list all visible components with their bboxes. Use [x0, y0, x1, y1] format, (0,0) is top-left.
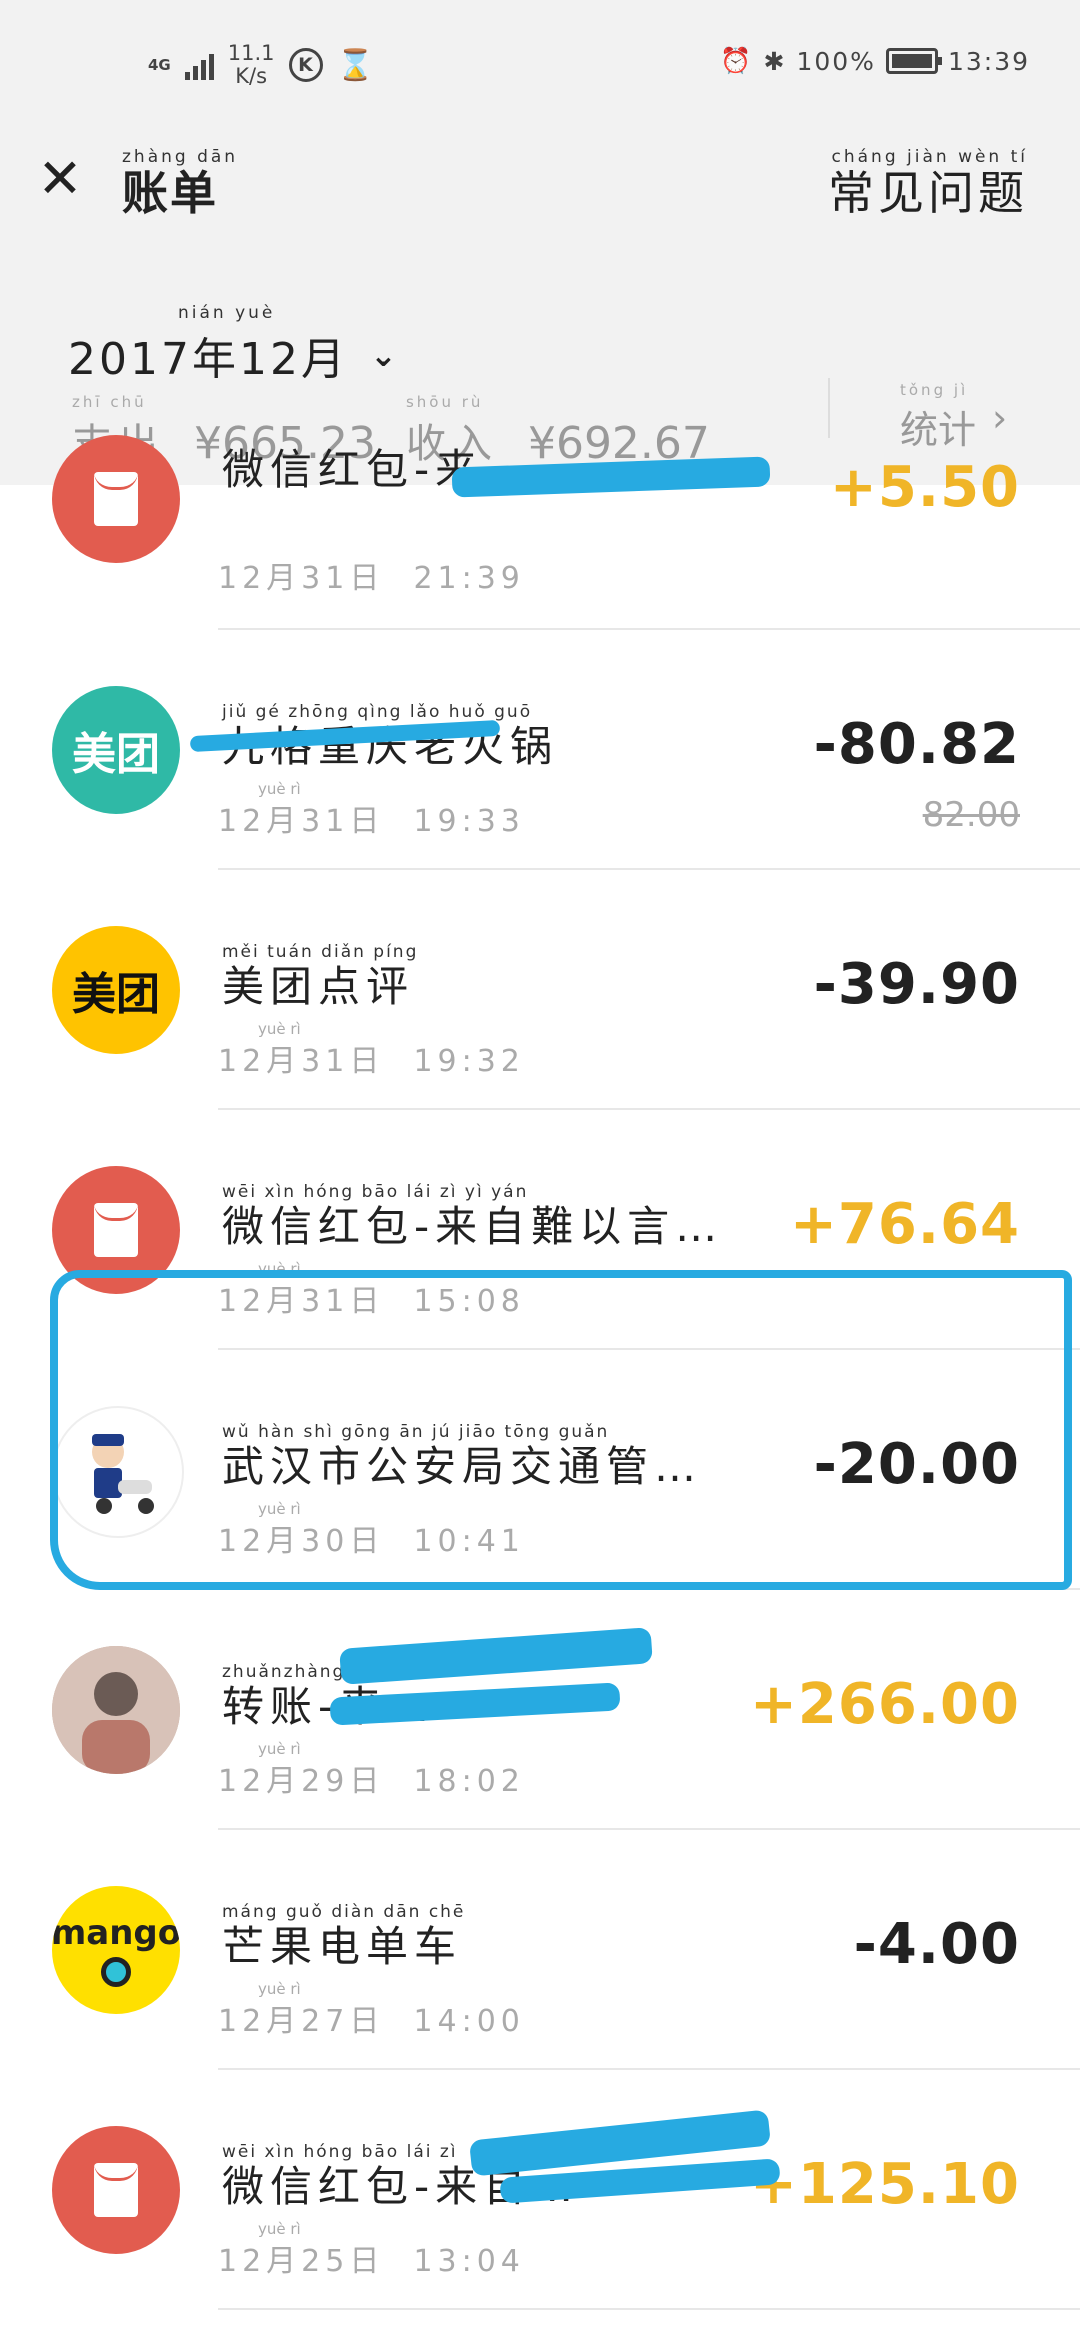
- item-amount: +5.50: [829, 455, 1020, 520]
- item-time: 18:02: [413, 1764, 525, 1799]
- faq-label: 常见问题: [828, 166, 1028, 220]
- divider: [828, 378, 830, 438]
- item-date-pinyin: yuè rì: [258, 2220, 301, 2238]
- battery-icon: [885, 48, 942, 74]
- app-bar: ✕ zhàng dān 账单 cháng jiàn wèn tí 常见问题: [0, 135, 1080, 253]
- meituan-icon: 美团: [52, 926, 180, 1054]
- network-label: 4G: [148, 56, 171, 74]
- red-packet-icon: [52, 1166, 180, 1294]
- item-amount: -4.00: [853, 1912, 1020, 1977]
- traffic-police-icon: [52, 1406, 184, 1538]
- list-item[interactable]: 美团 jiǔ gé zhōng qìng lǎo huǒ guō 九格重庆老火锅…: [0, 630, 1080, 870]
- list-item[interactable]: 微信红包-来… 12月31日 21:39 +5.50: [0, 435, 1080, 630]
- item-original-amount: 82.00: [922, 795, 1020, 835]
- item-time: 15:08: [413, 1284, 525, 1319]
- item-name-pinyin: jiǔ gé zhōng qìng lǎo huǒ guō: [222, 702, 533, 722]
- list-item[interactable]: mango máng guǒ diàn dān chē 芒果电单车 yuè rì…: [0, 1830, 1080, 2070]
- meituan-icon: 美团: [52, 686, 180, 814]
- stats-pinyin: tǒng jì: [900, 381, 969, 399]
- item-name-pinyin: wēi xìn hóng bāo lái zì yì yán: [222, 1182, 529, 1202]
- item-date: 12月31日: [218, 1284, 385, 1319]
- network-speed: 11.1 K/s: [228, 42, 275, 88]
- status-left: 4G 11.1 K/s K ⌛: [148, 42, 374, 88]
- close-icon[interactable]: ✕: [30, 149, 90, 209]
- list-item[interactable]: 美团 měi tuán diǎn píng 美团点评 yuè rì 12月31日…: [0, 870, 1080, 1110]
- item-time: 10:41: [413, 1524, 525, 1559]
- item-time: 14:00: [413, 2004, 525, 2039]
- month-summary: nián yuè 2017年12月 ⌄ zhī chū 支出 ¥665.23 s…: [0, 253, 1080, 485]
- item-date-pinyin: yuè rì: [258, 1260, 301, 1278]
- mango-text: mango: [52, 1913, 180, 1953]
- chevron-down-icon: ⌄: [369, 336, 400, 374]
- list-item[interactable]: wǔ hàn shì gōng ān jú jiāo tōng guǎn 武汉市…: [0, 1350, 1080, 1590]
- item-date: 12月27日: [218, 2004, 385, 2039]
- item-amount: -20.00: [813, 1432, 1020, 1497]
- item-date: 12月30日: [218, 1524, 385, 1559]
- item-date-pinyin: yuè rì: [258, 780, 301, 798]
- stats-label: 统计: [900, 408, 977, 452]
- item-amount: -80.82: [813, 712, 1020, 777]
- k-app-icon: K: [288, 48, 323, 82]
- item-name: 美团点评: [222, 962, 415, 1011]
- faq-button[interactable]: cháng jiàn wèn tí 常见问题: [828, 147, 1028, 219]
- item-date-pinyin: yuè rì: [258, 1500, 301, 1518]
- item-date-pinyin: yuè rì: [258, 1740, 301, 1758]
- transaction-list: 微信红包-来… 12月31日 21:39 +5.50 美团 jiǔ gé zhō…: [0, 435, 1080, 2310]
- item-date: 12月31日: [218, 561, 385, 596]
- item-amount: +76.64: [789, 1192, 1020, 1257]
- item-date: 12月29日: [218, 1764, 385, 1799]
- title-pinyin: zhàng dān: [122, 147, 239, 167]
- item-name-pinyin: wǔ hàn shì gōng ān jú jiāo tōng guǎn: [222, 1422, 610, 1442]
- month-pinyin: nián yuè: [178, 303, 276, 323]
- status-right: ⏰ ✱ 100% 13:39: [720, 46, 1030, 76]
- chevron-right-icon: ›: [992, 395, 1008, 440]
- item-date: 12月31日: [218, 1044, 385, 1079]
- mango-icon: mango: [52, 1886, 180, 2014]
- list-item[interactable]: wēi xìn hóng bāo lái zì yì yán 微信红包-来自難以…: [0, 1110, 1080, 1350]
- item-amount: -39.90: [813, 952, 1020, 1017]
- bluetooth-icon: ✱: [763, 46, 787, 76]
- item-name: 微信红包-来自難以言…: [222, 1202, 724, 1251]
- status-bar: 4G 11.1 K/s K ⌛ ⏰ ✱ 100% 13:39: [0, 0, 1080, 135]
- item-time: 21:39: [413, 561, 525, 596]
- battery-percent: 100%: [796, 46, 876, 76]
- item-amount: +125.10: [749, 2152, 1020, 2217]
- expense-pinyin: zhī chū: [72, 393, 147, 411]
- item-name-pinyin: měi tuán diǎn píng: [222, 942, 419, 962]
- item-date-pinyin: yuè rì: [258, 1980, 301, 1998]
- red-packet-icon: [52, 2126, 180, 2254]
- item-date: 12月25日: [218, 2244, 385, 2279]
- item-time: 19:32: [413, 1044, 525, 1079]
- hourglass-icon: ⌛: [336, 47, 374, 83]
- item-name: 芒果电单车: [222, 1922, 463, 1971]
- item-time: 19:33: [413, 804, 525, 839]
- item-time: 13:04: [413, 2244, 525, 2279]
- item-date-pinyin: yuè rì: [258, 1020, 301, 1038]
- signal-icon: [184, 50, 214, 80]
- item-name-pinyin: máng guǒ diàn dān chē: [222, 1902, 466, 1922]
- month-selector[interactable]: nián yuè 2017年12月 ⌄: [68, 303, 400, 387]
- red-packet-icon: [52, 435, 180, 563]
- faq-pinyin: cháng jiàn wèn tí: [831, 147, 1028, 167]
- speed-unit: K/s: [235, 64, 268, 88]
- income-pinyin: shōu rù: [405, 393, 484, 411]
- user-avatar: [52, 1646, 180, 1774]
- item-date: 12月31日: [218, 804, 385, 839]
- page-title: 账单: [122, 166, 218, 220]
- alarm-icon: ⏰: [720, 46, 754, 75]
- speed-value: 11.1: [227, 41, 275, 65]
- item-amount: +266.00: [749, 1672, 1020, 1737]
- stats-button[interactable]: tǒng jì 统计 ›: [900, 381, 1007, 454]
- item-name: 武汉市公安局交通管…: [222, 1442, 703, 1491]
- month-label: 2017年12月: [68, 334, 348, 385]
- page-title-wrap: zhàng dān 账单: [122, 147, 238, 219]
- clock: 13:39: [947, 46, 1030, 76]
